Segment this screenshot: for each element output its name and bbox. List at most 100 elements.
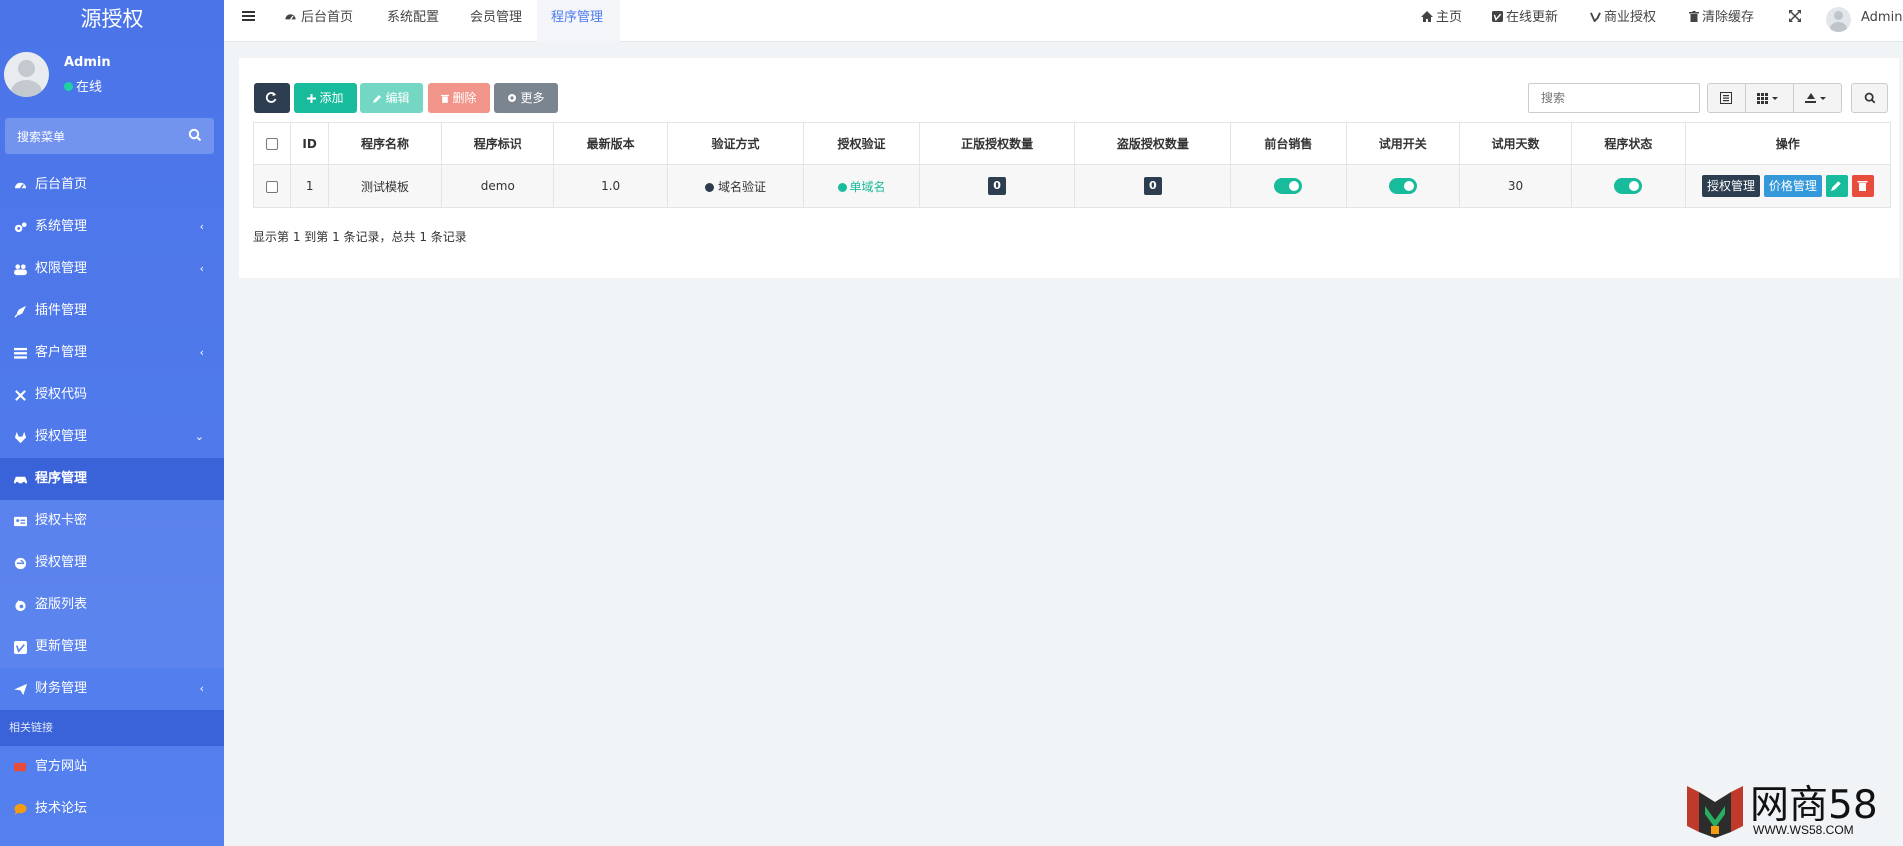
user-panel: Admin 在线 [0,38,224,114]
cell-trial-days: 30 [1458,164,1573,208]
clear-cache-label: 清除缓存 [1702,10,1755,25]
commercial-license-label: 商业授权 [1604,10,1657,25]
column-header[interactable]: 试用天数 [1458,122,1573,165]
state-toggle[interactable] [1614,178,1643,194]
search-icon[interactable] [188,128,202,142]
advanced-search-button[interactable] [1851,83,1888,113]
column-header[interactable]: 盗版授权数量 [1074,122,1232,165]
sidebar-item-auth-code[interactable]: 授权代码 [0,374,224,416]
clear-cache-link[interactable]: 清除缓存 [1689,0,1754,36]
top-user-avatar[interactable] [1826,7,1851,32]
fullscreen-button[interactable] [1789,0,1803,36]
home-link[interactable]: 主页 [1421,0,1462,36]
watermark: 网商58 WWW.WS58.COM [1685,780,1895,842]
column-header[interactable]: 前台销售 [1230,122,1347,165]
sidebar-item-updates[interactable]: 更新管理 [0,626,224,668]
sidebar-item-auth-manage[interactable]: 授权管理 [0,542,224,584]
sidebar-item-programs[interactable]: 程序管理 [0,458,224,500]
chevron-left-icon: ‹ [199,262,204,275]
cog-icon [508,94,517,102]
tab-system-config[interactable]: 系统配置 [373,0,453,42]
select-all-checkbox[interactable] [266,138,279,150]
tab-label: 程序管理 [551,10,604,25]
online-update-label: 在线更新 [1506,10,1559,25]
sidebar-item-finance[interactable]: 财务管理 ‹ [0,668,224,710]
plus-icon [307,94,317,103]
export-dropdown-button[interactable] [1794,84,1842,112]
sidebar-item-label: 盗版列表 [35,597,88,612]
column-header[interactable]: 最新版本 [553,122,668,165]
sidebar-item-plugins[interactable]: 插件管理 [0,290,224,332]
sidebar-toggle-button[interactable] [228,0,273,42]
pencil-icon [1830,181,1841,191]
column-header[interactable]: 程序名称 [327,122,443,165]
toggle-view-button[interactable] [1708,84,1746,112]
cell-trial [1345,164,1460,208]
pencil-icon [373,95,382,103]
sidebar-menu: 后台首页 系统管理 ‹ 权限管理 ‹ 插件管理 客户管理 ‹ 授权代码 授权管理 [0,164,224,830]
top-user-name[interactable]: Admin [1861,0,1902,36]
column-header[interactable]: 验证方式 [666,122,805,165]
program-list-panel: 添加 编辑 删除 更多 ID 程序名称 程序标识 最新版本 [239,58,1899,278]
row-edit-button[interactable] [1825,175,1848,197]
grid-icon [1757,93,1778,104]
row-checkbox[interactable] [266,180,279,193]
tab-dashboard[interactable]: 后台首页 [270,0,367,42]
columns-dropdown-button[interactable] [1746,84,1794,112]
online-update-link[interactable]: 在线更新 [1492,0,1558,36]
refresh-button[interactable] [254,83,290,113]
car-icon [14,476,27,485]
sidebar-item-label: 程序管理 [35,471,88,486]
column-header[interactable]: ID [290,122,329,165]
sidebar-item-label: 授权管理 [35,555,88,570]
sidebar-item-customers[interactable]: 客户管理 ‹ [0,332,224,374]
flag-icon [14,762,27,772]
sidebar-item-label: 插件管理 [35,303,88,318]
column-header[interactable]: 试用开关 [1345,122,1460,165]
sidebar-item-dashboard[interactable]: 后台首页 [0,164,224,206]
chevron-left-icon: ‹ [199,682,204,695]
cell-version: 1.0 [553,164,668,208]
status-dot-icon [705,182,715,192]
group-icon [14,264,27,276]
code-icon [15,390,26,401]
sidebar-link-forum[interactable]: 技术论坛 [0,788,224,830]
tab-label: 系统配置 [387,10,440,25]
cell-ident: demo [441,164,555,208]
internet-explorer-icon [14,557,27,570]
tab-members[interactable]: 会员管理 [456,0,536,42]
sidebar-item-permission[interactable]: 权限管理 ‹ [0,248,224,290]
price-manage-button[interactable]: 价格管理 [1763,175,1822,197]
sidebar-item-auth-cards[interactable]: 授权卡密 [0,500,224,542]
sidebar-item-piracy-list[interactable]: 盗版列表 [0,584,224,626]
auth-label[interactable]: 单域名 [850,180,886,194]
add-button[interactable]: 添加 [294,83,357,113]
sale-toggle[interactable] [1274,178,1303,194]
auth-manage-button[interactable]: 授权管理 [1702,175,1761,197]
more-button[interactable]: 更多 [494,83,558,113]
sidebar-item-system[interactable]: 系统管理 ‹ [0,206,224,248]
sidebar-item-label: 官方网站 [35,759,88,774]
row-delete-button[interactable] [1851,175,1874,197]
sidebar-item-auth-group[interactable]: 授权管理 ⌄ [0,416,224,458]
menu-search-input[interactable]: 搜索菜单 [5,118,214,154]
trial-toggle[interactable] [1388,178,1417,194]
column-header[interactable]: 正版授权数量 [918,122,1076,165]
app-logo[interactable]: 源授权 [0,0,224,38]
cogs-icon [14,222,27,233]
delete-button[interactable]: 删除 [428,83,490,113]
top-navbar: 后台首页 系统配置 会员管理 程序管理 主页 在线更新 商业授权 清除缓存 Ad… [224,0,1903,42]
chevron-left-icon: ‹ [199,346,204,359]
home-icon [1421,11,1433,22]
column-header[interactable]: 授权验证 [803,122,920,165]
table-search-input[interactable] [1528,83,1700,113]
tab-programs[interactable]: 程序管理 [537,0,620,42]
edit-button[interactable]: 编辑 [360,83,423,113]
sidebar-link-official-site[interactable]: 官方网站 [0,746,224,788]
cell-auth[interactable]: 单域名 [803,164,920,208]
column-header[interactable]: 程序标识 [441,122,555,165]
column-header[interactable]: 程序状态 [1571,122,1686,165]
more-button-label: 更多 [520,91,545,105]
commercial-license-link[interactable]: 商业授权 [1590,0,1656,36]
sidebar-item-label: 授权卡密 [35,513,88,528]
